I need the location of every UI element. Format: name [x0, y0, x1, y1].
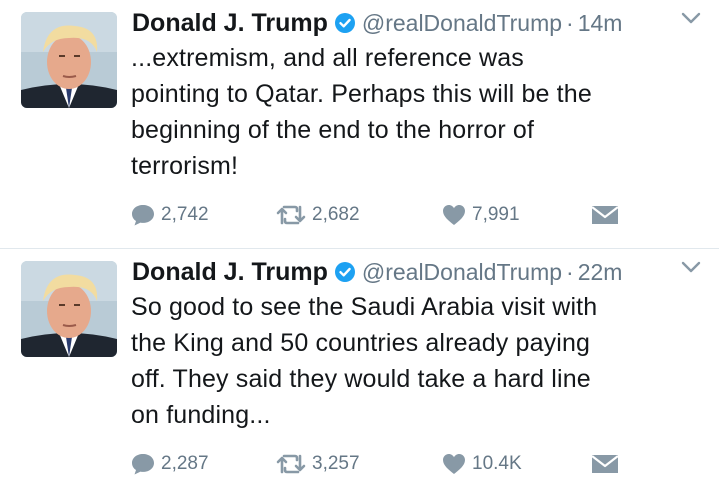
author-handle[interactable]: @realDonaldTrump: [362, 259, 562, 285]
envelope-icon: [591, 206, 619, 224]
retweet-count: 2,682: [312, 204, 360, 225]
timestamp[interactable]: 14m: [578, 10, 623, 36]
tweet[interactable]: Donald J. Trump @realDonaldTrump · 14m ...e…: [0, 0, 719, 248]
reply-bubble-icon: [132, 454, 154, 475]
direct-message-button[interactable]: [590, 449, 625, 479]
tweet-text: ...extremism, and all reference was poin…: [131, 40, 691, 184]
verified-badge-icon: [334, 262, 355, 282]
heart-icon: [443, 205, 465, 225]
reply-count: 2,287: [161, 453, 209, 474]
timestamp[interactable]: 22m: [578, 259, 623, 285]
author-name[interactable]: Donald J. Trump: [132, 258, 328, 286]
reply-button[interactable]: 2,287: [130, 449, 209, 479]
like-button[interactable]: 10.4K: [441, 449, 522, 479]
tweet-text-line: off. They said they would take a hard li…: [131, 365, 591, 393]
retweet-button[interactable]: 3,257: [275, 449, 360, 479]
retweet-icon: [276, 454, 306, 474]
tweet-actions: 2,742 2,682 7,991: [130, 200, 690, 230]
tweet-text: So good to see the Saudi Arabia visit wi…: [131, 289, 691, 433]
tweet-text-line: the King and 50 countries already paying: [131, 329, 591, 357]
direct-message-button[interactable]: [590, 200, 625, 230]
author-handle[interactable]: @realDonaldTrump: [362, 10, 562, 36]
reply-button[interactable]: 2,742: [130, 200, 209, 230]
reply-count: 2,742: [161, 204, 209, 225]
chevron-down-icon[interactable]: [681, 261, 701, 273]
like-count: 7,991: [472, 204, 520, 225]
verified-badge-icon: [334, 13, 355, 33]
tweet-text-line: terrorism!: [131, 152, 239, 180]
avatar[interactable]: [21, 12, 117, 108]
retweet-button[interactable]: 2,682: [275, 200, 360, 230]
tweet-header: Donald J. Trump @realDonaldTrump · 22m: [132, 255, 719, 289]
tweet-actions: 2,287 3,257 10.4K: [130, 449, 690, 479]
like-button[interactable]: 7,991: [441, 200, 520, 230]
tweet-header: Donald J. Trump @realDonaldTrump · 14m: [132, 6, 719, 40]
chevron-down-icon[interactable]: [681, 12, 701, 24]
separator-dot: ·: [566, 259, 574, 285]
tweet-text-line: So good to see the Saudi Arabia visit wi…: [131, 293, 598, 321]
like-count: 10.4K: [472, 453, 522, 474]
heart-icon: [443, 454, 465, 474]
tweet-text-line: pointing to Qatar. Perhaps this will be …: [131, 80, 592, 108]
retweet-count: 3,257: [312, 453, 360, 474]
avatar[interactable]: [21, 261, 117, 357]
tweet-text-line: on funding...: [131, 401, 271, 429]
retweet-icon: [276, 205, 306, 225]
author-name[interactable]: Donald J. Trump: [132, 9, 328, 37]
tweet[interactable]: Donald J. Trump @realDonaldTrump · 22m So g…: [0, 249, 719, 499]
tweet-text-line: ...extremism, and all reference was: [131, 44, 524, 72]
envelope-icon: [591, 455, 619, 473]
reply-bubble-icon: [132, 205, 154, 226]
separator-dot: ·: [566, 10, 574, 36]
tweet-text-line: beginning of the end to the horror of: [131, 116, 535, 144]
tweet-feed: Donald J. Trump @realDonaldTrump · 14m ...e…: [0, 0, 719, 499]
